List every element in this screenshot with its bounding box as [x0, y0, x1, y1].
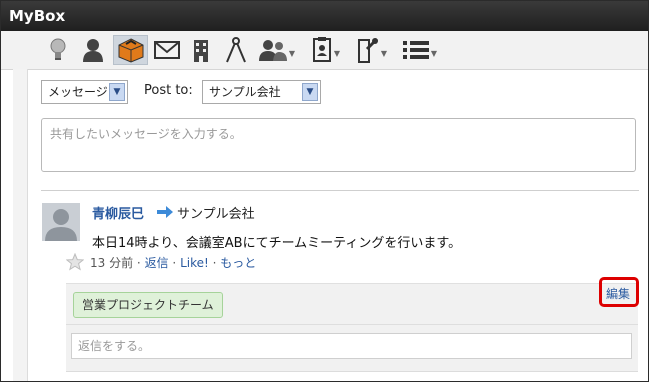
- star-icon[interactable]: [65, 252, 85, 275]
- separator: ·: [172, 256, 177, 270]
- post-meta: 13 分前 · 返信 · Like! · もっと: [90, 254, 256, 271]
- lightbulb-icon[interactable]: [45, 35, 71, 65]
- edit-link[interactable]: 編集: [606, 285, 630, 302]
- divider: [66, 324, 638, 325]
- post-panel: 営業プロジェクトチーム 編集 返信をする。: [66, 277, 639, 372]
- message-type-value: メッセージ: [48, 85, 108, 99]
- separator: ·: [136, 256, 141, 270]
- post-time: 13 分前: [90, 256, 134, 270]
- building-icon[interactable]: [189, 35, 213, 65]
- compass-icon[interactable]: [223, 35, 249, 65]
- toolbar: ▼ ▼ ▼ ▼: [1, 31, 648, 70]
- list-icon[interactable]: ▼: [399, 35, 441, 65]
- post-to-value: サンプル会社: [209, 85, 281, 99]
- app-window: MyBox ▼ ▼ ▼ ▼ メッセージ ▼ Post to: サンプル会社 ▼ …: [0, 0, 649, 382]
- reply-input[interactable]: 返信をする。: [71, 333, 632, 359]
- left-gutter: [13, 69, 28, 381]
- divider: [41, 190, 639, 191]
- separator: ·: [212, 256, 217, 270]
- post-author[interactable]: 青柳辰巳: [92, 203, 144, 222]
- more-link[interactable]: もっと: [220, 256, 256, 270]
- divider: [66, 371, 638, 372]
- box-icon[interactable]: [113, 35, 148, 65]
- message-type-select[interactable]: メッセージ ▼: [41, 80, 128, 104]
- like-link[interactable]: Like!: [180, 256, 209, 270]
- project-tag[interactable]: 営業プロジェクトチーム: [73, 292, 223, 318]
- message-input[interactable]: 共有したいメッセージを入力する。: [41, 118, 636, 172]
- post-to-label: Post to:: [144, 83, 193, 98]
- app-title: MyBox: [1, 1, 648, 31]
- post-message: 本日14時より、会議室ABにてチームミーティングを行います。: [92, 236, 462, 251]
- avatar[interactable]: [42, 203, 80, 241]
- chevron-down-icon[interactable]: ▼: [302, 83, 318, 101]
- user-icon[interactable]: [79, 35, 107, 65]
- group-icon[interactable]: ▼: [257, 35, 297, 65]
- post-to-select[interactable]: サンプル会社 ▼: [202, 80, 321, 104]
- chevron-down-icon[interactable]: ▼: [109, 83, 125, 101]
- mail-icon[interactable]: [152, 35, 182, 65]
- main-content: メッセージ ▼ Post to: サンプル会社 ▼ 共有したいメッセージを入力す…: [28, 70, 648, 381]
- reply-link[interactable]: 返信: [145, 256, 169, 270]
- pin-icon[interactable]: ▼: [352, 35, 392, 65]
- contact-card-icon[interactable]: ▼: [306, 35, 346, 65]
- post-target[interactable]: サンプル会社: [177, 203, 255, 222]
- arrow-right-icon: [157, 204, 173, 223]
